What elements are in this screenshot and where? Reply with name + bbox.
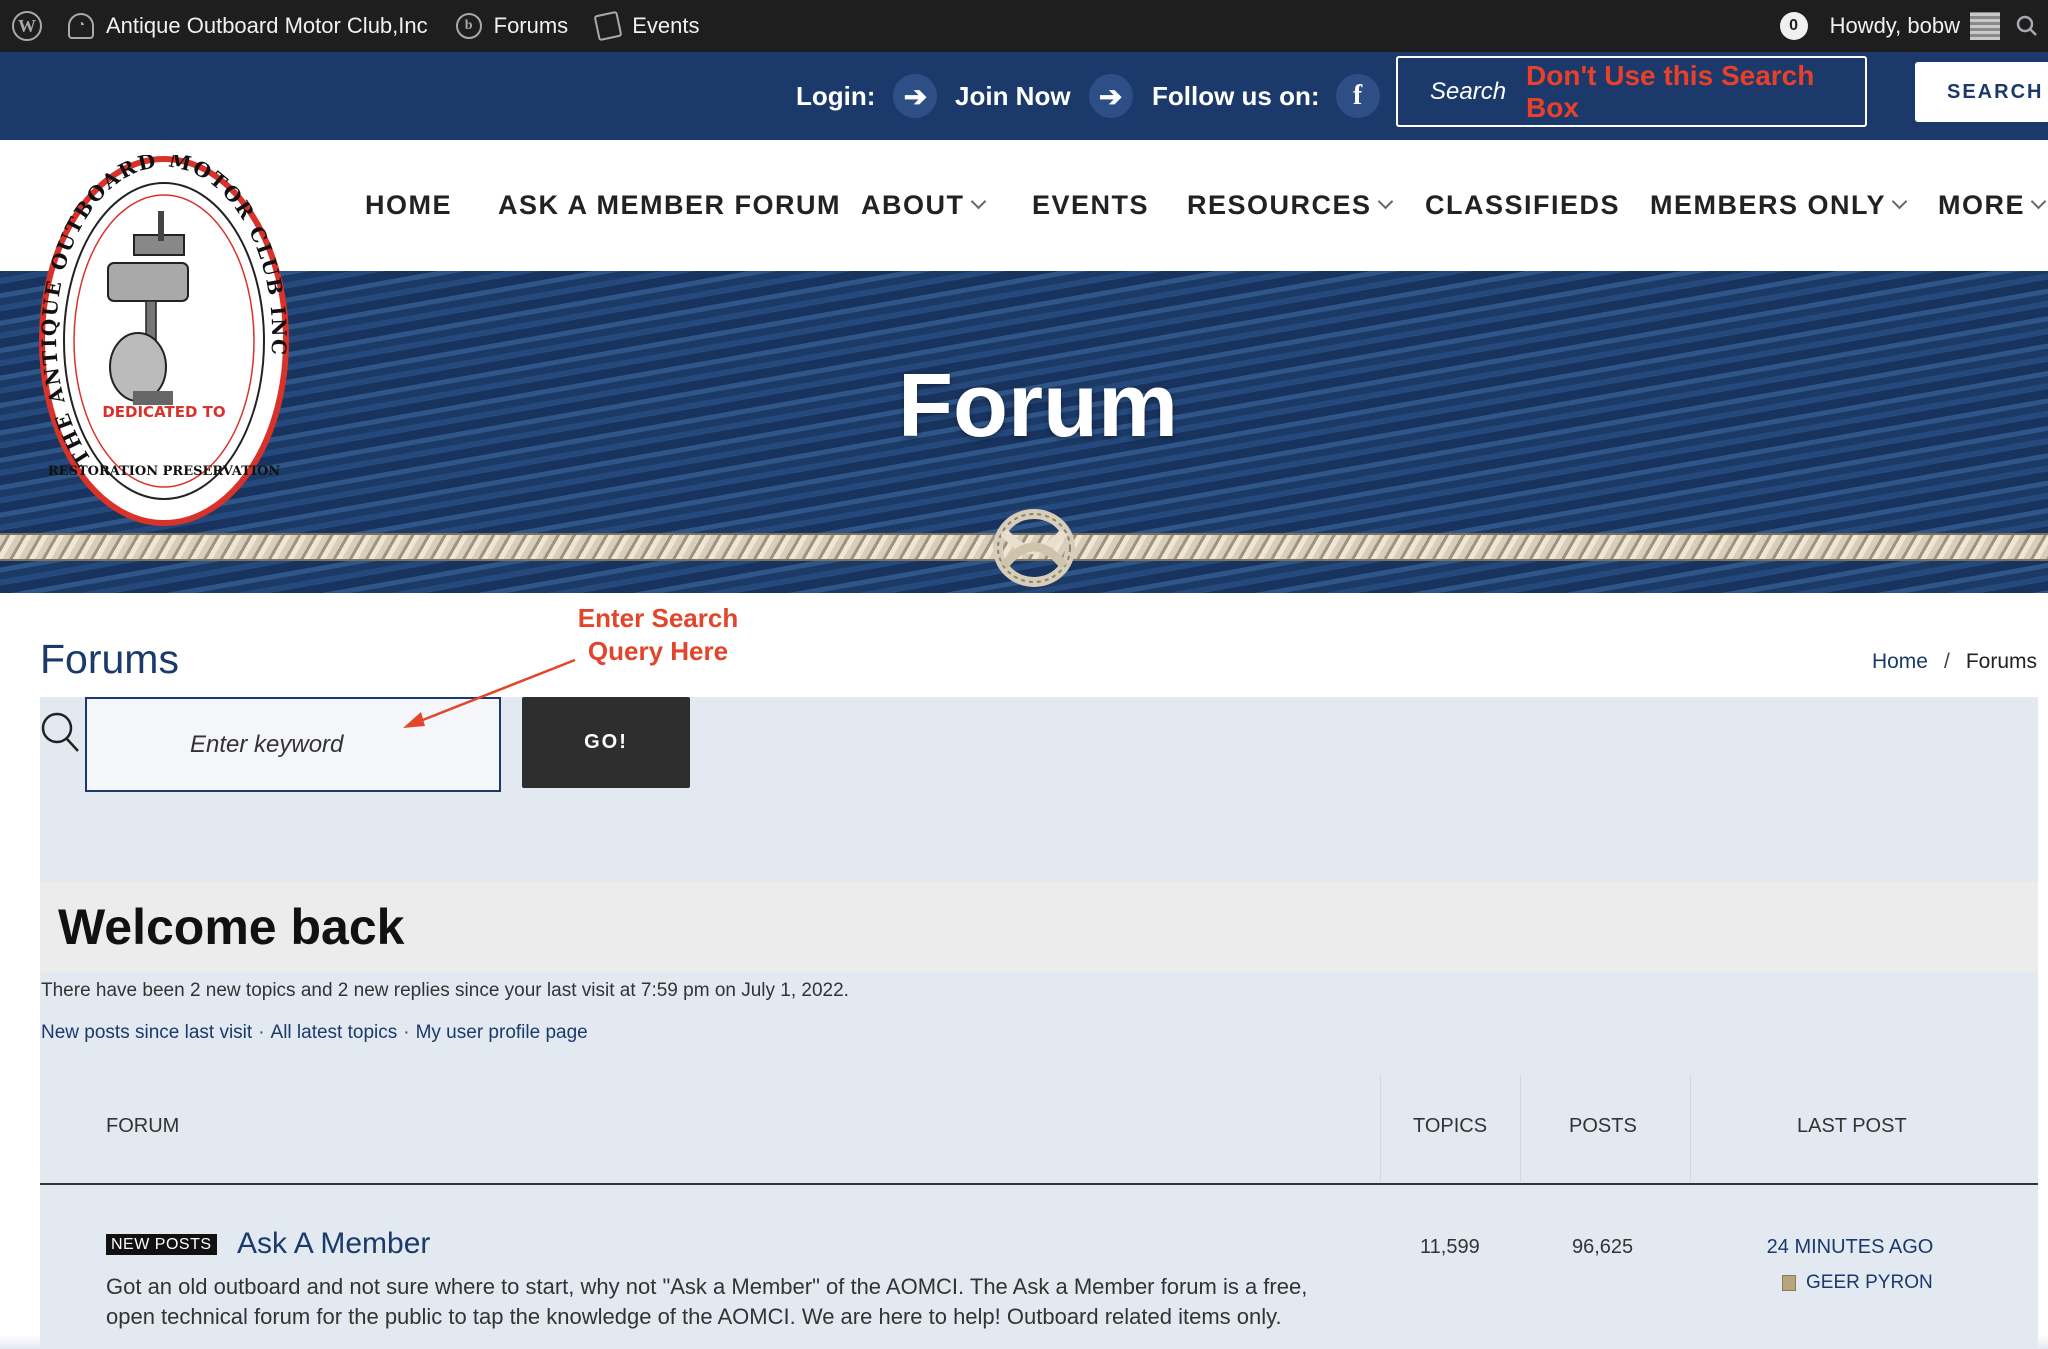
dashboard-icon: ◔ — [68, 13, 94, 39]
forum-posts-count: 96,625 — [1572, 1236, 1634, 1258]
chevron-down-icon — [1377, 193, 1393, 210]
events-label: Events — [632, 13, 700, 38]
annotation-line-1: Enter Search — [577, 603, 739, 633]
column-divider — [1380, 1075, 1381, 1182]
page-title: Forum — [898, 356, 1178, 456]
logo-inner-text: DEDICATED TO — [102, 403, 225, 421]
link-separator: · — [403, 1022, 410, 1043]
rope-knot-icon — [993, 509, 1075, 587]
link-separator: · — [258, 1022, 265, 1043]
logo-bottom-text: RESTORATION PRESERVATION — [48, 464, 280, 479]
breadcrumb-home-link[interactable]: Home — [1872, 650, 1928, 673]
annotation-arrow-icon — [403, 658, 576, 728]
forums-heading: Forums — [40, 636, 179, 682]
site-search-placeholder: Search — [1430, 77, 1507, 105]
forum-description: Got an old outboard and not sure where t… — [106, 1274, 1308, 1329]
nav-about[interactable]: ABOUT — [861, 140, 986, 271]
events-link[interactable]: Events — [582, 0, 713, 52]
table-header-divider — [40, 1183, 2038, 1185]
join-now-label: Join Now — [955, 80, 1071, 111]
column-divider — [1520, 1075, 1521, 1182]
site-name-label: Antique Outboard Motor Club,Inc — [106, 13, 428, 38]
nav-classifieds-label: CLASSIFIEDS — [1425, 190, 1621, 220]
keyword-placeholder: Enter keyword — [190, 730, 344, 758]
header-topics: TOPICS — [1413, 1115, 1488, 1137]
notification-count-badge[interactable]: 0 — [1779, 12, 1808, 40]
new-posts-link[interactable]: New posts since last visit — [41, 1022, 252, 1043]
login-link[interactable]: Login: ➔ — [796, 52, 938, 140]
forums-label: Forums — [493, 13, 569, 38]
wordpress-icon: W — [12, 11, 42, 41]
facebook-icon[interactable]: f — [1335, 74, 1380, 118]
nav-classifieds[interactable]: CLASSIFIEDS — [1425, 140, 1620, 271]
breadcrumb-separator: / — [1943, 650, 1950, 673]
wordpress-logo-button[interactable]: W — [0, 0, 68, 52]
user-profile-link[interactable]: My user profile page — [416, 1022, 588, 1043]
arrow-right-icon: ➔ — [893, 74, 938, 118]
nav-resources-label: RESOURCES — [1187, 190, 1372, 220]
admin-bar: W ◔ Antique Outboard Motor Club,Inc b Fo… — [0, 0, 2048, 52]
chevron-down-icon — [2030, 193, 2047, 210]
user-avatar — [1782, 1275, 1796, 1291]
search-warning-annotation: Don't Use this Search Box — [1526, 59, 1815, 123]
nav-members-only[interactable]: MEMBERS ONLY — [1650, 140, 1908, 271]
follow-us: Follow us on: f — [1152, 52, 1380, 140]
nav-events[interactable]: EVENTS — [1032, 140, 1149, 271]
breadcrumb-current: Forums — [1965, 650, 2037, 673]
bottom-fade — [0, 1335, 2048, 1349]
breadcrumb: Home / Forums — [1872, 650, 2037, 674]
admin-search-icon[interactable] — [2016, 0, 2048, 52]
latest-topics-link[interactable]: All latest topics — [271, 1022, 398, 1043]
forums-icon: b — [455, 13, 482, 39]
nav-ask-a-member-label: ASK A MEMBER FORUM — [498, 190, 841, 220]
last-post-time-link[interactable]: 24 MINUTES AGO — [1700, 1236, 2000, 1259]
forums-link[interactable]: b Forums — [442, 0, 583, 52]
site-search-input[interactable]: Search Don't Use this Search Box — [1396, 56, 1867, 127]
main-navigation: HOME ASK A MEMBER FORUM ABOUT EVENTS RES… — [0, 140, 2048, 271]
forum-topics-count: 11,599 — [1420, 1236, 1480, 1258]
nav-home-label: HOME — [365, 190, 452, 220]
column-divider — [1690, 1075, 1691, 1182]
chevron-down-icon — [970, 193, 986, 210]
nav-more[interactable]: MORE — [1938, 140, 2047, 271]
calendar-icon — [593, 10, 623, 42]
howdy-user-link[interactable]: Howdy, bobw — [1830, 13, 1960, 39]
site-search-button[interactable]: SEARCH — [1915, 62, 2048, 122]
header-posts: POSTS — [1569, 1115, 1637, 1137]
forum-title-link[interactable]: Ask A Member — [237, 1227, 430, 1261]
join-now-link[interactable]: Join Now ➔ — [955, 52, 1133, 140]
site-name-link[interactable]: ◔ Antique Outboard Motor Club,Inc — [68, 0, 442, 52]
search-icon — [41, 712, 79, 752]
nav-more-label: MORE — [1938, 190, 2025, 220]
quick-links: New posts since last visit · All latest to… — [41, 1022, 588, 1044]
login-label: Login: — [796, 80, 876, 111]
header-last-post: LAST POST — [1797, 1115, 1907, 1137]
header-forum: FORUM — [106, 1115, 180, 1137]
welcome-heading: Welcome back — [40, 882, 2038, 972]
arrow-right-icon: ➔ — [1088, 74, 1133, 118]
new-posts-badge: NEW POSTS — [106, 1234, 217, 1255]
nav-home[interactable]: HOME — [365, 140, 452, 271]
follow-us-label: Follow us on: — [1152, 80, 1320, 111]
user-avatar[interactable] — [1970, 12, 2000, 40]
chevron-down-icon — [1891, 193, 1908, 210]
nav-resources[interactable]: RESOURCES — [1187, 140, 1393, 271]
utility-bar: Login: ➔ Join Now ➔ Follow us on: f Sear… — [0, 52, 2048, 140]
nav-ask-a-member-forum[interactable]: ASK A MEMBER FORUM — [498, 140, 841, 271]
nav-events-label: EVENTS — [1032, 190, 1150, 220]
nav-members-only-label: MEMBERS ONLY — [1650, 190, 1887, 220]
club-logo[interactable]: THE ANTIQUE OUTBOARD MOTOR CLUB INC DEDI… — [38, 155, 290, 527]
nav-about-label: ABOUT — [861, 190, 965, 220]
last-post-user-name: GEER PYRON — [1806, 1272, 1933, 1293]
last-post-user-link[interactable]: GEER PYRON — [1782, 1272, 1933, 1294]
last-visit-text: There have been 2 new topics and 2 new r… — [41, 980, 849, 1001]
